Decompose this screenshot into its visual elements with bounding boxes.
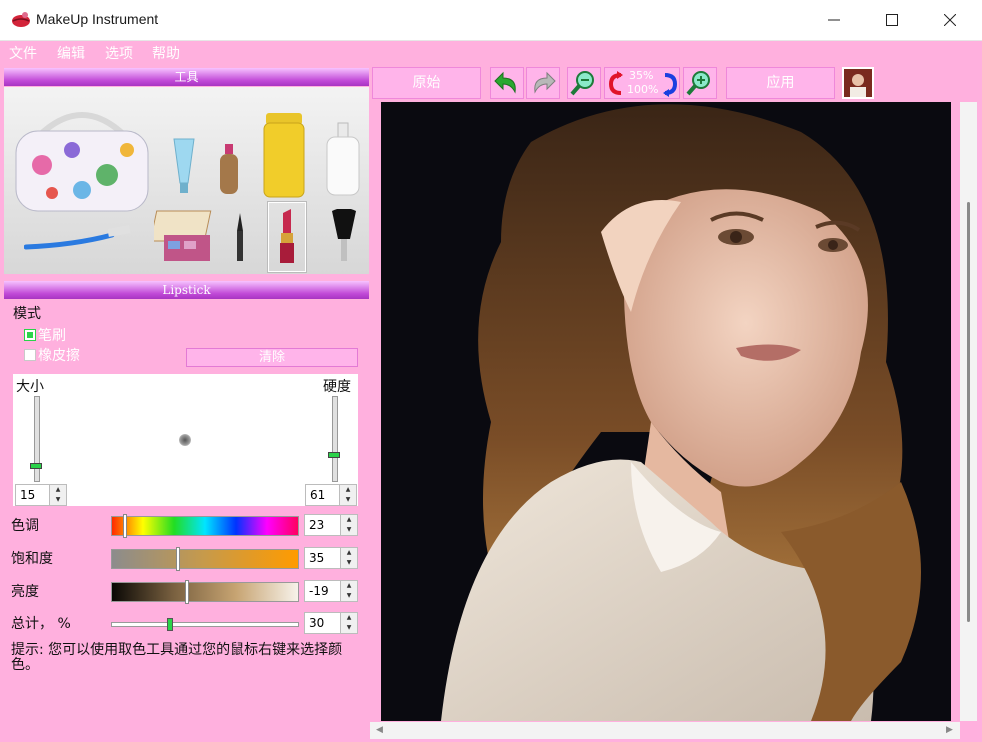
hardness-up-arrow-icon[interactable]: ▲ [339,485,356,495]
portrait-photo [381,102,951,721]
foundation-tube-icon[interactable] [170,137,198,201]
original-button[interactable]: 原始 [372,67,481,99]
makeup-brush-icon[interactable] [326,208,362,269]
hue-value: 23 [309,518,325,532]
scroll-left-arrow-icon[interactable]: ◀ [376,725,383,735]
total-value: 30 [309,616,325,630]
total-spinbox[interactable]: 30 ▲ ▼ [304,612,358,634]
shampoo-bottle-icon[interactable] [262,111,306,203]
size-label: 大小 [16,379,44,395]
redo-icon[interactable] [526,67,560,99]
clear-button[interactable]: 清除 [186,348,358,367]
size-slider[interactable] [30,396,42,482]
brightness-label: 亮度 [11,584,39,600]
zoom-top-value: 35% [629,69,654,82]
hardness-slider-thumb[interactable] [328,452,340,458]
saturation-slider-thumb[interactable] [176,547,180,571]
scroll-right-arrow-icon[interactable]: ▶ [946,725,953,735]
eraser-radio[interactable] [24,349,36,361]
menu-help[interactable]: 帮助 [152,43,180,63]
total-slider-thumb[interactable] [167,618,173,631]
size-up-arrow-icon[interactable]: ▲ [49,485,66,495]
size-slider-thumb[interactable] [30,463,42,469]
maximize-button[interactable] [863,0,921,40]
zoom-control[interactable]: 35% 100% [604,67,680,99]
menu-file[interactable]: 文件 [9,43,37,63]
hue-slider[interactable] [111,514,299,538]
tools-gallery [4,87,369,274]
brightness-down-arrow-icon[interactable]: ▼ [340,591,357,601]
rotate-left-icon[interactable] [607,71,625,97]
rotate-right-icon[interactable] [661,71,679,97]
perfume-bottle-icon[interactable] [216,142,242,202]
hue-up-arrow-icon[interactable]: ▲ [340,515,357,525]
eyeshadow-palette-icon[interactable] [149,205,216,271]
size-down-arrow-icon[interactable]: ▼ [49,495,66,505]
total-up-arrow-icon[interactable]: ▲ [340,613,357,623]
photo-canvas[interactable] [381,102,951,721]
saturation-slider[interactable] [111,547,299,571]
saturation-up-arrow-icon[interactable]: ▲ [340,548,357,558]
undo-icon[interactable] [490,67,524,99]
menu-bar: 文件 编辑 选项 帮助 [0,41,982,63]
zoom-in-icon[interactable] [683,67,717,99]
brush-radio[interactable] [24,329,36,341]
eraser-radio-label[interactable]: 橡皮擦 [38,345,80,365]
mode-label: 模式 [13,306,41,322]
lipstick-icon[interactable] [268,202,306,272]
brightness-spinbox[interactable]: -19 ▲ ▼ [304,580,358,602]
eyeliner-icon[interactable] [234,213,246,265]
close-button[interactable] [921,0,979,40]
tools-header: 工具 [4,68,369,86]
hue-label: 色调 [11,518,39,534]
total-slider[interactable] [111,618,299,631]
menu-edit[interactable]: 编辑 [57,43,85,63]
app-lips-icon [10,9,32,31]
tip-text: 提示: 您可以使用取色工具通过您的鼠标右键来选择颜色。 [11,642,343,673]
brightness-up-arrow-icon[interactable]: ▲ [340,581,357,591]
brush-radio-label[interactable]: 笔刷 [38,325,66,345]
hardness-down-arrow-icon[interactable]: ▼ [339,495,356,505]
title-bar: MakeUp Instrument [0,0,982,41]
hue-down-arrow-icon[interactable]: ▼ [340,525,357,535]
brightness-slider-thumb[interactable] [185,580,189,604]
hardness-label: 硬度 [323,379,351,395]
vertical-scroll-thumb[interactable] [967,202,970,622]
saturation-value: 35 [309,551,325,565]
size-value: 15 [20,488,36,502]
brightness-slider[interactable] [111,580,299,604]
brightness-value: -19 [309,584,329,598]
menu-options[interactable]: 选项 [105,43,133,63]
brush-preview-dot [179,434,191,446]
saturation-spinbox[interactable]: 35 ▲ ▼ [304,547,358,569]
saturation-down-arrow-icon[interactable]: ▼ [340,558,357,568]
hue-spinbox[interactable]: 23 ▲ ▼ [304,514,358,536]
hue-slider-thumb[interactable] [123,514,127,538]
hardness-slider[interactable] [328,396,340,482]
hardness-spinbox[interactable]: 61 ▲ ▼ [305,484,357,506]
window-title: MakeUp Instrument [36,11,159,27]
vertical-scrollbar[interactable] [960,102,977,721]
total-down-arrow-icon[interactable]: ▼ [340,623,357,633]
horizontal-scrollbar[interactable]: ◀ ▶ [370,722,960,739]
zoom-bottom-value: 100% [627,83,659,96]
zoom-out-icon[interactable] [567,67,601,99]
toothbrush-icon[interactable] [23,225,134,255]
lotion-bottle-icon[interactable] [324,121,362,201]
makeup-bag-icon[interactable] [12,105,152,219]
total-label: 总计， % [11,616,71,632]
apply-button[interactable]: 应用 [726,67,835,99]
portrait-thumbnail-icon[interactable] [842,67,874,99]
size-spinbox[interactable]: 15 ▲ ▼ [15,484,67,506]
lipstick-header: Lipstick [4,281,369,299]
brush-preview-panel: 大小 硬度 15 ▲ ▼ 61 ▲ ▼ [13,374,358,506]
minimize-button[interactable] [805,0,863,40]
hardness-value: 61 [310,488,326,502]
saturation-label: 饱和度 [11,551,53,567]
